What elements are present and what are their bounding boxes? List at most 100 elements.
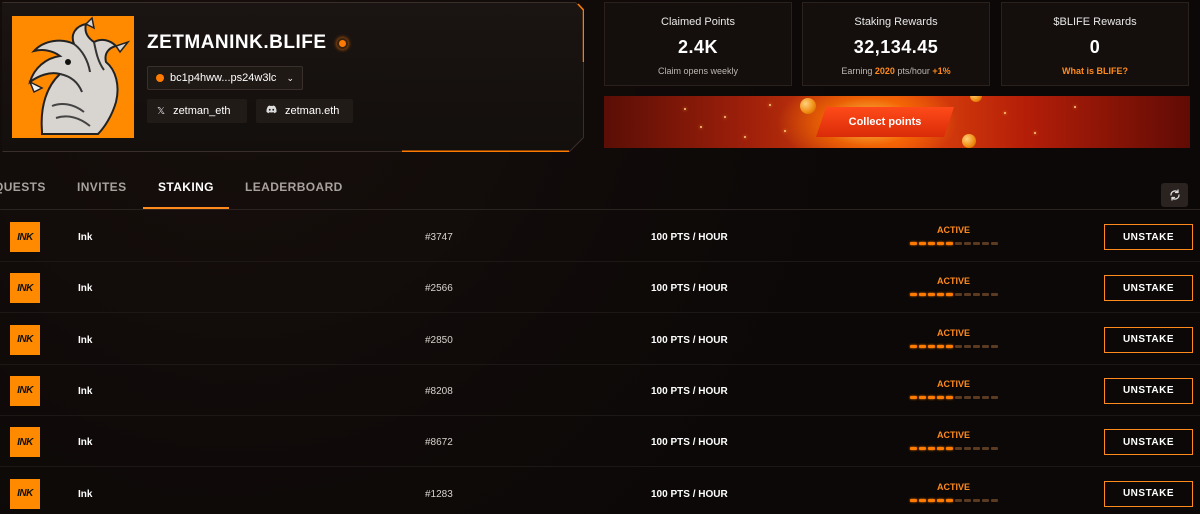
dragon-avatar-icon: [12, 16, 134, 138]
coin-icon: [800, 98, 816, 114]
meter-segment: [937, 293, 944, 297]
meter-segment: [991, 293, 998, 297]
meter-segment: [946, 293, 953, 297]
tab-invites[interactable]: INVITES: [77, 180, 126, 194]
staking-rewards-label: Staking Rewards: [854, 16, 938, 28]
unstake-button[interactable]: UNSTAKE: [1104, 480, 1193, 507]
discord-logo-icon: [266, 105, 277, 117]
staking-boost: +1%: [932, 66, 951, 76]
table-row: INK Ink #2850 100 PTS / HOUR ACTIVE UNSTAKE: [0, 314, 1200, 365]
points-rate: 100 PTS / HOUR: [651, 385, 728, 397]
what-is-blife-link[interactable]: What is BLIFE?: [1002, 66, 1188, 76]
tab-bar: QUESTS INVITES STAKING LEADERBOARD: [0, 164, 1200, 210]
meter-segment: [937, 242, 944, 245]
meter-segment: [955, 395, 962, 399]
spark: [1034, 132, 1036, 134]
discord-handle: zetman.eth: [285, 105, 340, 117]
claimed-points-value: 2.4K: [677, 37, 719, 57]
activity-meter: [910, 447, 998, 451]
meter-segment: [928, 447, 935, 451]
activity-meter: [910, 242, 998, 245]
spark: [769, 104, 771, 106]
nft-name: Ink: [78, 488, 93, 500]
points-rate: 100 PTS / HOUR: [651, 283, 728, 295]
meter-segment: [946, 395, 953, 399]
meter-segment: [928, 344, 935, 348]
meter-segment: [964, 293, 971, 297]
meter-segment: [919, 447, 926, 451]
activity-meter: [910, 344, 998, 348]
spark: [684, 108, 686, 110]
meter-segment: [919, 344, 926, 348]
meter-segment: [955, 242, 962, 245]
staking-rewards-value: 32,134.45: [853, 37, 939, 57]
token-id: #1283: [425, 488, 453, 500]
claimed-points-card: Claimed Points 2.4K Claim opens weekly: [604, 2, 792, 86]
avatar: [12, 16, 134, 138]
unstake-button[interactable]: UNSTAKE: [1104, 275, 1193, 302]
tab-staking[interactable]: STAKING: [158, 180, 214, 194]
tab-quests[interactable]: QUESTS: [0, 180, 46, 194]
unstake-button[interactable]: UNSTAKE: [1104, 326, 1193, 353]
meter-segment: [946, 498, 953, 502]
coin-icon: [970, 96, 982, 102]
meter-segment: [937, 344, 944, 348]
status-label: ACTIVE: [937, 430, 971, 441]
meter-segment: [991, 395, 998, 399]
x-logo-icon: 𝕏: [157, 105, 166, 117]
staking-rate-suffix: pts/hour: [894, 66, 933, 76]
meter-segment: [937, 395, 944, 399]
meter-segment: [937, 447, 944, 451]
meter-segment: [964, 395, 971, 399]
chevron-down-icon: ⌄: [286, 72, 294, 83]
spark: [1074, 106, 1076, 108]
meter-segment: [982, 242, 989, 245]
ink-logo-icon: INK: [10, 375, 40, 406]
staking-rate-prefix: Earning: [841, 66, 875, 76]
meter-segment: [910, 344, 917, 348]
meter-segment: [928, 498, 935, 502]
meter-segment: [964, 242, 971, 245]
token-id: #2566: [425, 283, 453, 295]
refresh-button[interactable]: [1161, 183, 1188, 207]
nft-name: Ink: [78, 334, 93, 346]
token-id: #8672: [425, 437, 453, 449]
meter-segment: [955, 344, 962, 348]
ink-logo-icon: INK: [10, 222, 40, 252]
nft-name: Ink: [78, 283, 93, 295]
meter-segment: [973, 344, 980, 348]
meter-segment: [991, 344, 998, 348]
unstake-button[interactable]: UNSTAKE: [1104, 224, 1193, 250]
tab-leaderboard[interactable]: LEADERBOARD: [245, 180, 343, 194]
meter-segment: [955, 293, 962, 297]
unstake-button[interactable]: UNSTAKE: [1104, 429, 1193, 456]
twitter-link[interactable]: 𝕏 zetman_eth: [147, 99, 247, 123]
meter-segment: [937, 498, 944, 502]
points-rate: 100 PTS / HOUR: [651, 437, 728, 449]
collect-points-banner: Collect points: [604, 96, 1190, 148]
meter-segment: [991, 242, 998, 245]
meter-segment: [928, 293, 935, 297]
meter-segment: [910, 242, 917, 245]
profile-card: ZETMANINK.BLIFE bc1p4hww...ps24w3lc ⌄ 𝕏 …: [2, 2, 584, 152]
points-rate: 100 PTS / HOUR: [651, 232, 728, 243]
table-row: INK Ink #8208 100 PTS / HOUR ACTIVE UNSTAKE: [0, 365, 1200, 416]
online-status-dot: [336, 37, 348, 49]
meter-segment: [910, 293, 917, 297]
spark: [700, 126, 702, 128]
twitter-handle: zetman_eth: [173, 105, 231, 117]
unstake-button[interactable]: UNSTAKE: [1104, 377, 1193, 404]
nft-name: Ink: [78, 437, 93, 449]
wallet-dropdown[interactable]: bc1p4hww...ps24w3lc ⌄: [147, 66, 303, 90]
ink-logo-icon: INK: [10, 324, 40, 355]
collect-points-button[interactable]: Collect points: [816, 107, 954, 137]
meter-segment: [973, 498, 980, 502]
wallet-address: bc1p4hww...ps24w3lc: [170, 72, 277, 84]
meter-segment: [991, 447, 998, 451]
meter-segment: [919, 498, 926, 502]
meter-segment: [964, 344, 971, 348]
meter-segment: [964, 447, 971, 451]
status-label: ACTIVE: [937, 378, 971, 389]
discord-link[interactable]: zetman.eth: [256, 99, 353, 123]
meter-segment: [982, 293, 989, 297]
